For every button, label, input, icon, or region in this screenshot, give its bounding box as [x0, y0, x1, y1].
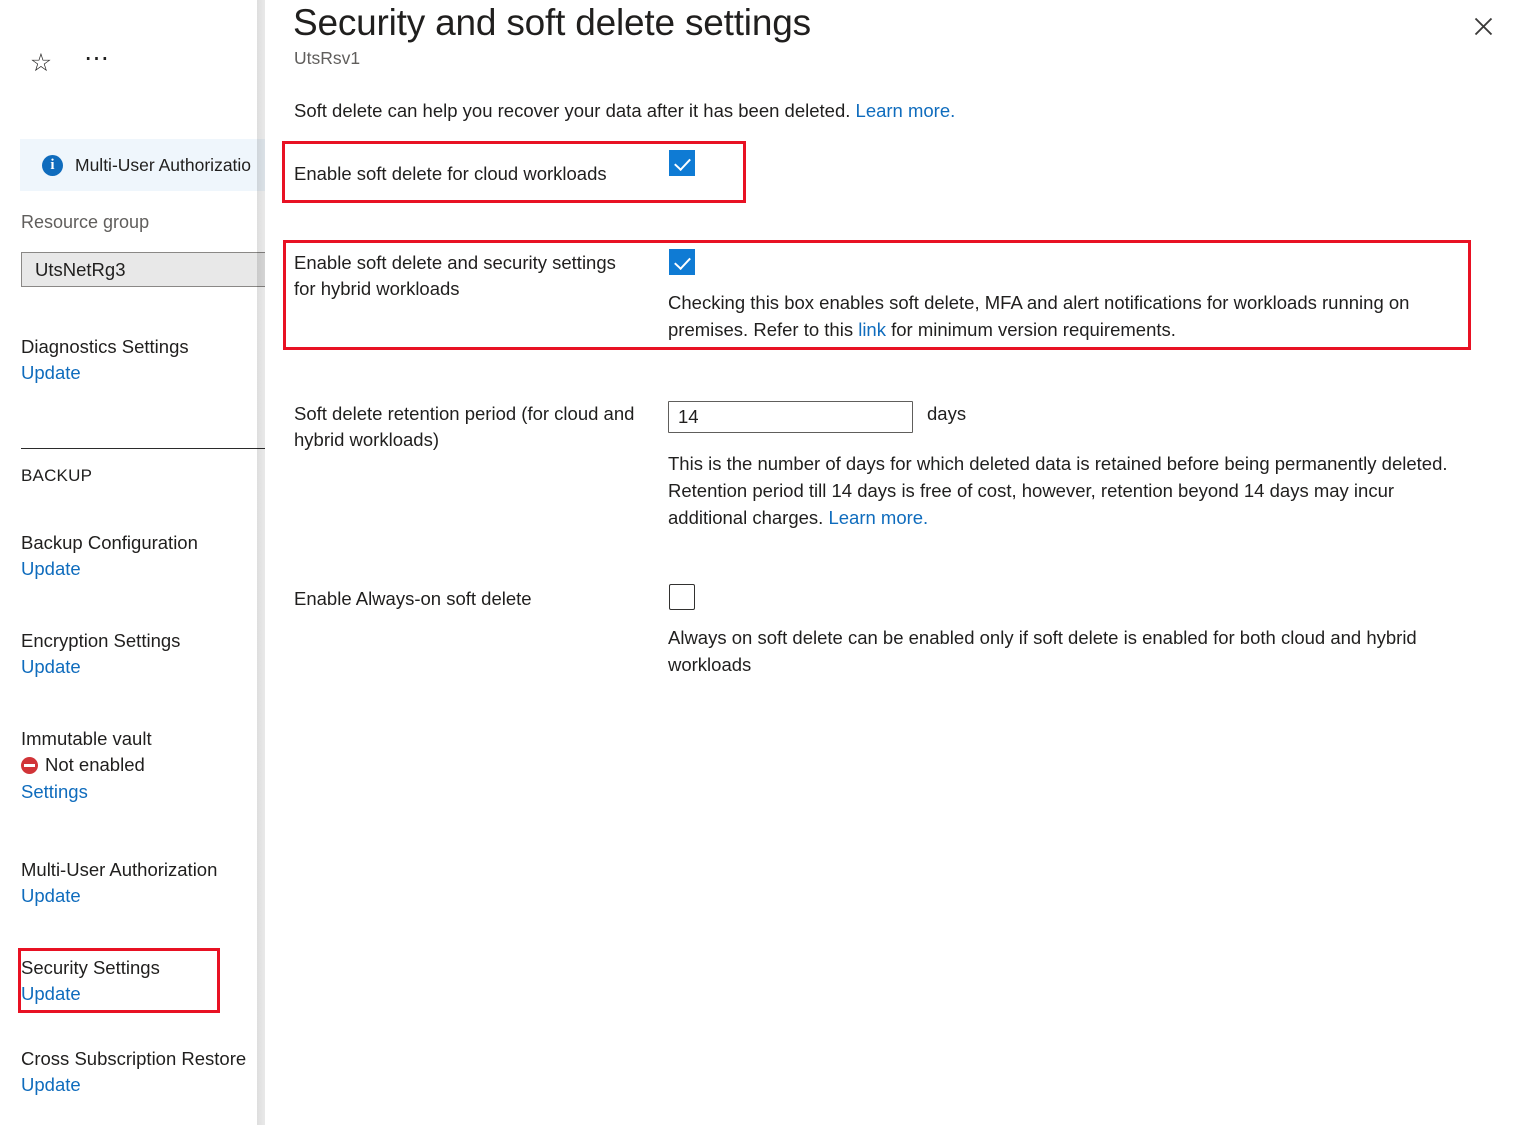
intro-learn-more-link[interactable]: Learn more. [856, 100, 956, 121]
page-title: Security and soft delete settings [293, 2, 811, 44]
diagnostics-settings-update-link[interactable]: Update [21, 360, 81, 386]
sidebar-item-multi-user-authorization: Multi-User Authorization Update [21, 857, 265, 910]
ellipsis-icon[interactable]: ⋯ [82, 48, 112, 78]
backup-configuration-title: Backup Configuration [21, 530, 265, 556]
security-soft-delete-panel: Security and soft delete settings UtsRsv… [265, 0, 1516, 1125]
backup-configuration-update-link[interactable]: Update [21, 556, 81, 582]
cloud-soft-delete-label: Enable soft delete for cloud workloads [294, 161, 644, 187]
info-banner-label: Multi-User Authorizatio [75, 155, 251, 176]
sidebar-item-encryption-settings: Encryption Settings Update [21, 628, 265, 681]
diagnostics-settings-title: Diagnostics Settings [21, 334, 265, 360]
sidebar-item-security-settings[interactable]: Security Settings Update [21, 955, 265, 1008]
multi-user-authorization-update-link[interactable]: Update [21, 883, 81, 909]
left-sidebar: ☆ ⋯ i Multi-User Authorizatio Resource g… [0, 0, 265, 1125]
retention-helper-prefix: This is the number of days for which del… [668, 453, 1448, 528]
retention-learn-more-link[interactable]: Learn more. [828, 507, 928, 528]
sidebar-section-backup: BACKUP [21, 466, 92, 486]
multi-user-auth-info-banner: i Multi-User Authorizatio [20, 139, 265, 191]
resource-group-value[interactable]: UtsNetRg3 [21, 252, 265, 287]
always-on-soft-delete-checkbox[interactable] [669, 584, 695, 610]
always-on-soft-delete-label: Enable Always-on soft delete [294, 586, 639, 612]
immutable-vault-settings-link[interactable]: Settings [21, 779, 88, 805]
encryption-settings-title: Encryption Settings [21, 628, 265, 654]
hybrid-soft-delete-helper-text: Checking this box enables soft delete, M… [668, 290, 1468, 344]
star-glyph: ☆ [30, 51, 52, 76]
sidebar-item-backup-configuration: Backup Configuration Update [21, 530, 265, 583]
multi-user-authorization-title: Multi-User Authorization [21, 857, 265, 883]
close-icon[interactable] [1467, 10, 1499, 42]
retention-period-helper-text: This is the number of days for which del… [668, 451, 1468, 531]
resource-group-label: Resource group [21, 212, 149, 233]
sidebar-divider [21, 448, 265, 449]
ellipsis-glyph: ⋯ [84, 46, 110, 71]
encryption-settings-update-link[interactable]: Update [21, 654, 81, 680]
cloud-soft-delete-checkbox[interactable] [669, 150, 695, 176]
retention-period-label: Soft delete retention period (for cloud … [294, 401, 639, 452]
retention-period-input[interactable] [668, 401, 913, 433]
star-icon[interactable]: ☆ [26, 48, 56, 78]
hybrid-helper-suffix: for minimum version requirements. [886, 319, 1176, 340]
security-settings-title: Security Settings [21, 955, 265, 981]
sidebar-item-diagnostics-settings: Diagnostics Settings Update [21, 334, 265, 387]
hybrid-helper-link[interactable]: link [858, 319, 886, 340]
security-settings-update-link[interactable]: Update [21, 981, 81, 1007]
immutable-vault-title: Immutable vault [21, 726, 265, 752]
panel-intro-sentence: Soft delete can help you recover your da… [294, 100, 856, 121]
always-on-soft-delete-helper-text: Always on soft delete can be enabled onl… [668, 625, 1468, 679]
retention-period-unit: days [927, 403, 966, 425]
info-icon: i [42, 155, 63, 176]
sidebar-item-cross-subscription-restore: Cross Subscription Restore Update [21, 1046, 265, 1099]
sidebar-item-immutable-vault: Immutable vault Not enabled Settings [21, 726, 265, 805]
sidebar-toolbar: ☆ ⋯ [26, 48, 112, 78]
cross-subscription-restore-update-link[interactable]: Update [21, 1072, 81, 1098]
page-subtitle: UtsRsv1 [294, 48, 360, 69]
hybrid-soft-delete-checkbox[interactable] [669, 249, 695, 275]
cross-subscription-restore-title: Cross Subscription Restore [21, 1046, 265, 1072]
panel-intro-text: Soft delete can help you recover your da… [294, 100, 955, 122]
deny-icon [21, 757, 38, 774]
immutable-vault-status-label: Not enabled [45, 752, 145, 778]
immutable-vault-status: Not enabled [21, 752, 265, 778]
hybrid-soft-delete-label: Enable soft delete and security settings… [294, 250, 639, 301]
